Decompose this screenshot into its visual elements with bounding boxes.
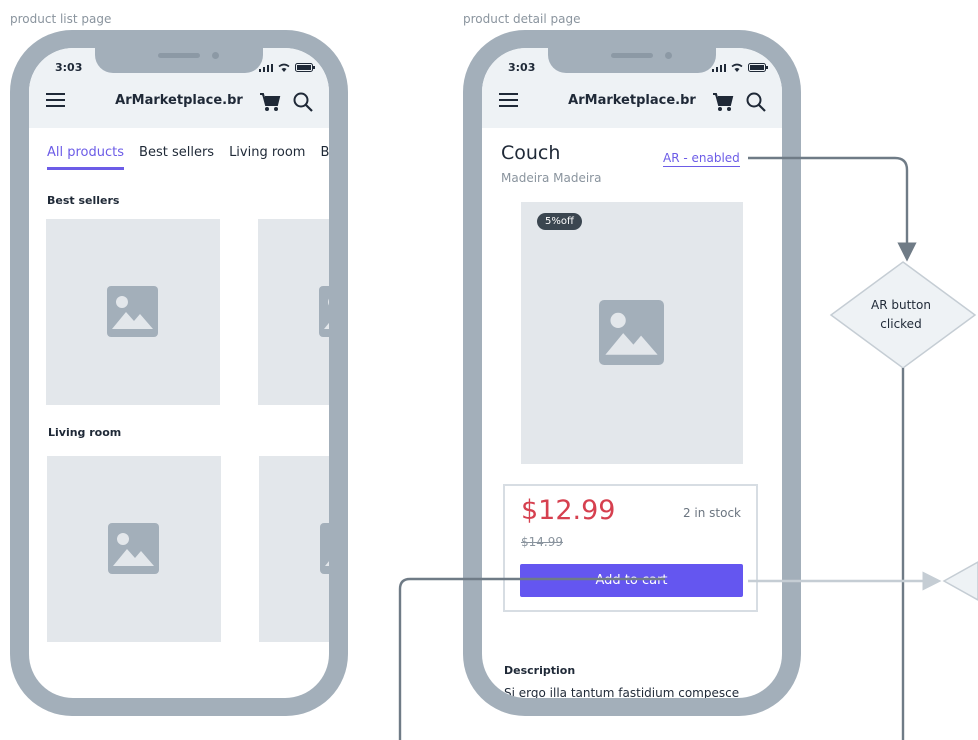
wifi-icon bbox=[731, 63, 743, 72]
image-placeholder-icon bbox=[107, 286, 158, 337]
product-price: $12.99 bbox=[521, 495, 616, 526]
product-main-image: 5%off bbox=[521, 202, 743, 464]
image-placeholder-icon bbox=[320, 523, 329, 574]
image-placeholder-icon bbox=[108, 523, 159, 574]
phone-frame-detail: 3:03 ArMarketplace.br Couch Madeira Made… bbox=[463, 30, 801, 716]
speaker bbox=[611, 53, 653, 58]
product-brand: Madeira Madeira bbox=[501, 171, 602, 185]
section-title-best-sellers: Best sellers bbox=[47, 194, 120, 207]
product-image-card[interactable] bbox=[47, 456, 221, 642]
camera bbox=[665, 52, 672, 59]
section-title-living-room: Living room bbox=[48, 426, 122, 439]
battery-icon bbox=[295, 63, 315, 72]
tab-more[interactable]: Be bbox=[320, 145, 329, 167]
screen-list: 3:03 ArMarketplace.br All products Best s… bbox=[29, 48, 329, 698]
camera bbox=[212, 52, 219, 59]
phone-notch bbox=[548, 48, 716, 73]
product-image-card[interactable] bbox=[258, 219, 329, 405]
decision-diamond-partial bbox=[942, 561, 978, 601]
search-icon[interactable] bbox=[293, 92, 313, 112]
product-image-card[interactable] bbox=[259, 456, 329, 642]
signal-icon bbox=[259, 63, 273, 72]
discount-badge: 5%off bbox=[537, 213, 582, 230]
ar-enabled-link[interactable]: AR - enabled bbox=[663, 151, 740, 167]
cart-icon[interactable] bbox=[259, 92, 281, 112]
battery-icon bbox=[748, 63, 768, 72]
stock-status: 2 in stock bbox=[682, 506, 741, 520]
image-placeholder-icon bbox=[599, 300, 664, 365]
status-icons bbox=[712, 63, 768, 72]
cart-icon[interactable] bbox=[712, 92, 734, 112]
wifi-icon bbox=[278, 63, 290, 72]
decision-label: AR button clicked bbox=[871, 298, 931, 331]
description-title: Description bbox=[504, 664, 576, 677]
product-title: Couch bbox=[501, 142, 561, 164]
status-icons bbox=[259, 63, 315, 72]
tab-best-sellers[interactable]: Best sellers bbox=[139, 145, 214, 167]
category-tabs: All products Best sellers Living room Be bbox=[47, 145, 329, 170]
image-placeholder-icon bbox=[319, 286, 329, 337]
old-price: $14.99 bbox=[521, 535, 563, 549]
signal-icon bbox=[712, 63, 726, 72]
phone-notch bbox=[95, 48, 263, 73]
price-box: $12.99 2 in stock $14.99 Add to cart bbox=[503, 484, 758, 612]
tab-all-products[interactable]: All products bbox=[47, 145, 125, 170]
add-to-cart-button[interactable]: Add to cart bbox=[520, 564, 743, 597]
status-time: 3:03 bbox=[508, 61, 536, 74]
status-time: 3:03 bbox=[55, 61, 83, 74]
search-icon[interactable] bbox=[746, 92, 766, 112]
app-brand: ArMarketplace.br bbox=[115, 93, 243, 108]
description-text: Si ergo illa tantum fastidium compesce bbox=[504, 686, 740, 698]
product-image-card[interactable] bbox=[46, 219, 220, 405]
phone-frame-list: 3:03 ArMarketplace.br All products Best s… bbox=[10, 30, 348, 716]
tab-living-room[interactable]: Living room bbox=[229, 145, 305, 167]
frame-label-list: product list page bbox=[10, 12, 112, 26]
app-brand: ArMarketplace.br bbox=[568, 93, 696, 108]
screen-detail: 3:03 ArMarketplace.br Couch Madeira Made… bbox=[482, 48, 782, 698]
frame-label-detail: product detail page bbox=[463, 12, 581, 26]
speaker bbox=[158, 53, 200, 58]
